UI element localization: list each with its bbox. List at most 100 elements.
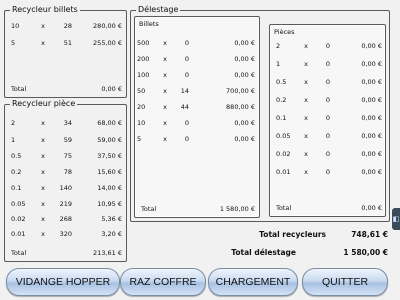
table-row: 500 x 0 0,00 € xyxy=(135,38,259,48)
times-sign: x xyxy=(304,168,308,176)
amount: 0,00 € xyxy=(361,60,382,68)
table-row: 1 x 59 59,00 € xyxy=(5,135,126,145)
amount: 0,00 € xyxy=(234,71,255,79)
quantity: 0 xyxy=(184,71,189,79)
quantity: 51 xyxy=(63,39,72,47)
denomination: 100 xyxy=(137,71,150,79)
table-row: 0.2 x 0 0,00 € xyxy=(270,95,385,105)
quantity: 0 xyxy=(325,132,330,140)
amount: 255,00 € xyxy=(93,39,122,47)
times-sign: x xyxy=(163,119,167,127)
times-sign: x xyxy=(304,150,308,158)
times-sign: x xyxy=(41,152,45,160)
quantity: 0 xyxy=(325,114,330,122)
total-delestage-value: 1 580,00 € xyxy=(343,248,388,257)
quitter-button[interactable]: QUITTER xyxy=(302,268,388,296)
amount: 0,00 € xyxy=(361,42,382,50)
table-row: 100 x 0 0,00 € xyxy=(135,70,259,80)
denomination: 5 xyxy=(137,135,142,143)
amount: 0,00 € xyxy=(361,78,382,86)
quantity: 0 xyxy=(325,60,330,68)
denomination: 2 xyxy=(11,119,16,127)
quantity: 78 xyxy=(63,168,72,176)
amount: 0,00 € xyxy=(361,168,382,176)
amount: 3,20 € xyxy=(101,230,122,238)
denomination: 20 xyxy=(137,103,146,111)
total-value: 0,00 € xyxy=(101,85,122,93)
quantity: 0 xyxy=(184,39,189,47)
delestage-title: Délestage xyxy=(136,5,181,15)
total-recycleurs-label: Total recycleurs xyxy=(259,230,326,239)
side-panel-tab[interactable]: ◧ xyxy=(392,208,400,230)
denomination: 0.5 xyxy=(11,152,22,160)
denomination: 0.02 xyxy=(276,150,291,158)
amount: 10,95 € xyxy=(97,200,122,208)
times-sign: x xyxy=(304,42,308,50)
vidange-hopper-button[interactable]: VIDANGE HOPPER xyxy=(6,268,120,296)
quantity: 59 xyxy=(63,136,72,144)
quantity: 0 xyxy=(184,119,189,127)
amount: 0,00 € xyxy=(361,150,382,158)
table-row: 0.1 x 140 14,00 € xyxy=(5,183,126,193)
table-row: 20 x 44 880,00 € xyxy=(135,102,259,112)
amount: 59,00 € xyxy=(97,136,122,144)
table-row: 0.1 x 0 0,00 € xyxy=(270,113,385,123)
denomination: 0.2 xyxy=(11,168,22,176)
amount: 5,36 € xyxy=(101,215,122,223)
denomination: 500 xyxy=(137,39,150,47)
delestage-billets-panel: Billets 500 x 0 0,00 € 200 x 0 0,00 € 10… xyxy=(134,16,260,218)
times-sign: x xyxy=(304,60,308,68)
raz-coffre-button[interactable]: RAZ COFFRE xyxy=(120,268,206,296)
denomination: 0.2 xyxy=(276,96,287,104)
quantity: 0 xyxy=(325,150,330,158)
table-row: 1 x 0 0,00 € xyxy=(270,59,385,69)
times-sign: x xyxy=(163,135,167,143)
times-sign: x xyxy=(41,200,45,208)
quantity: 44 xyxy=(180,103,189,111)
quantity: 0 xyxy=(184,135,189,143)
chargement-button[interactable]: CHARGEMENT xyxy=(208,268,298,296)
times-sign: x xyxy=(304,132,308,140)
denomination: 5 xyxy=(11,39,16,47)
quantity: 34 xyxy=(63,119,72,127)
table-row: 0.05 x 0 0,00 € xyxy=(270,131,385,141)
denomination: 0.05 xyxy=(11,200,26,208)
quantity: 0 xyxy=(325,96,330,104)
total-value: 0,00 € xyxy=(361,204,382,212)
total-label: Total xyxy=(11,249,27,257)
denomination: 10 xyxy=(137,119,146,127)
times-sign: x xyxy=(41,136,45,144)
denomination: 10 xyxy=(11,22,20,30)
quantity: 268 xyxy=(59,215,72,223)
panel-expand-icon: ◧ xyxy=(392,214,400,223)
quantity: 140 xyxy=(59,184,72,192)
table-row: 5 x 0 0,00 € xyxy=(135,134,259,144)
amount: 0,00 € xyxy=(234,39,255,47)
total-value: 213,61 € xyxy=(93,249,122,257)
denomination: 2 xyxy=(276,42,281,50)
table-row: 0.02 x 0 0,00 € xyxy=(270,149,385,159)
recycleur-billets-group: Recycleur billets 10 x 28 280,00 € 5 x 5… xyxy=(4,5,127,98)
table-row: 0.2 x 78 15,60 € xyxy=(5,167,126,177)
quantity: 14 xyxy=(180,87,189,95)
amount: 0,00 € xyxy=(234,55,255,63)
times-sign: x xyxy=(41,230,45,238)
recycleur-piece-group: Recycleur pièce 2 x 34 68,00 € 1 x 59 59… xyxy=(4,99,127,262)
total-label: Total xyxy=(141,205,157,213)
table-row: 10 x 0 0,00 € xyxy=(135,118,259,128)
amount: 14,00 € xyxy=(97,184,122,192)
denomination: 0.02 xyxy=(11,215,26,223)
denomination: 1 xyxy=(11,136,16,144)
table-row: 0.5 x 0 0,00 € xyxy=(270,77,385,87)
amount: 700,00 € xyxy=(226,87,255,95)
amount: 0,00 € xyxy=(361,132,382,140)
total-label: Total xyxy=(276,204,292,212)
amount: 0,00 € xyxy=(361,114,382,122)
times-sign: x xyxy=(163,87,167,95)
delestage-group: Délestage Billets 500 x 0 0,00 € 200 x 0… xyxy=(130,5,390,222)
table-row: 50 x 14 700,00 € xyxy=(135,86,259,96)
denomination: 0.1 xyxy=(276,114,287,122)
amount: 0,00 € xyxy=(234,135,255,143)
recycleur-piece-title: Recycleur pièce xyxy=(10,99,78,109)
table-row: 200 x 0 0,00 € xyxy=(135,54,259,64)
